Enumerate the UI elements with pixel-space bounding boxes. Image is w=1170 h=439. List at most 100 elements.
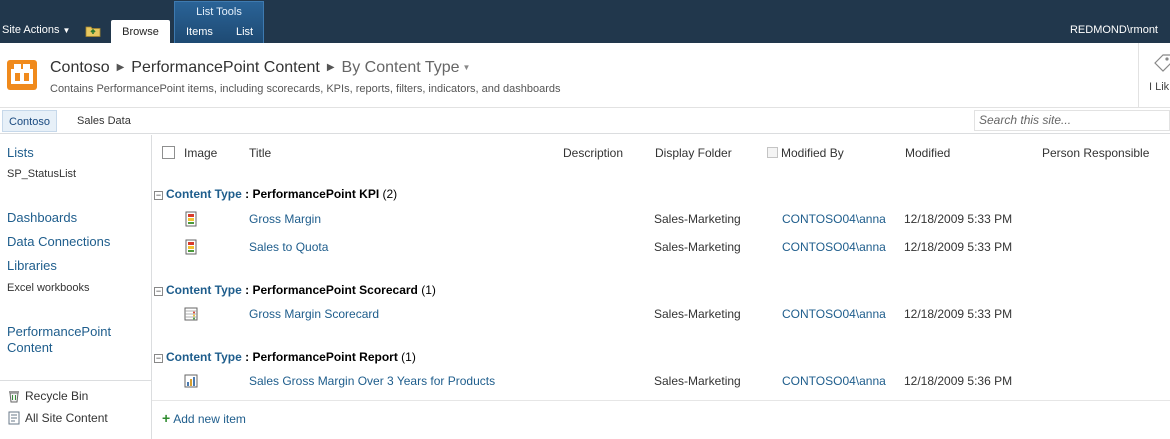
recycle-bin-icon xyxy=(9,391,19,403)
col-title[interactable]: Title xyxy=(249,146,271,160)
item-modified-by[interactable]: CONTOSO04\anna xyxy=(782,374,886,388)
list-item[interactable]: Sales to Quota Sales-Marketing CONTOSO04… xyxy=(152,237,1170,259)
ql-pp-line2: Content xyxy=(7,340,53,355)
group-colon: : xyxy=(241,187,250,201)
col-display-folder[interactable]: Display Folder xyxy=(655,146,732,160)
plus-icon: + xyxy=(162,410,171,426)
tab-items[interactable]: Items xyxy=(186,26,213,38)
col-description[interactable]: Description xyxy=(563,146,623,160)
kpi-icon xyxy=(185,239,197,255)
col-image[interactable]: Image xyxy=(184,146,217,160)
breadcrumb-site[interactable]: Contoso xyxy=(50,59,110,76)
item-title[interactable]: Gross Margin Scorecard xyxy=(249,307,379,321)
ql-excel-workbooks[interactable]: Excel workbooks xyxy=(7,282,90,294)
item-modified: 12/18/2009 5:36 PM xyxy=(904,374,1013,388)
report-icon xyxy=(184,374,198,388)
col-modified-by[interactable]: Modified By xyxy=(767,146,844,160)
like-label: I Lik xyxy=(1149,81,1170,93)
checkbox-icon xyxy=(767,147,778,158)
item-folder: Sales-Marketing xyxy=(654,307,741,321)
user-menu[interactable]: REDMOND\rmont xyxy=(1070,24,1158,36)
item-modified-by[interactable]: CONTOSO04\anna xyxy=(782,212,886,226)
ql-all-site-content[interactable]: All Site Content xyxy=(7,411,108,425)
col-person-responsible[interactable]: Person Responsible xyxy=(1042,146,1149,160)
top-link-contoso[interactable]: Contoso xyxy=(2,110,57,132)
list-item[interactable]: Sales Gross Margin Over 3 Years for Prod… xyxy=(152,371,1170,393)
top-link-bar: Contoso Sales Data Search this site... xyxy=(0,108,1170,134)
item-title[interactable]: Gross Margin xyxy=(249,212,321,226)
group-colon: : xyxy=(241,350,250,364)
group-count: (2) xyxy=(382,187,398,201)
item-modified: 12/18/2009 5:33 PM xyxy=(904,212,1013,226)
breadcrumb-list[interactable]: PerformancePoint Content xyxy=(131,59,320,76)
all-site-content-icon xyxy=(8,411,20,425)
breadcrumb-separator-icon: ▶ xyxy=(326,62,335,73)
kpi-icon xyxy=(185,211,197,227)
ql-pp-line1: PerformancePoint xyxy=(7,324,112,339)
ql-lists[interactable]: Lists xyxy=(7,145,34,160)
group-colon: : xyxy=(241,283,250,297)
item-modified-by[interactable]: CONTOSO04\anna xyxy=(782,240,886,254)
ql-libraries[interactable]: Libraries xyxy=(7,258,57,273)
site-logo-icon[interactable] xyxy=(7,60,37,90)
item-title[interactable]: Sales Gross Margin Over 3 Years for Prod… xyxy=(249,374,495,388)
chevron-down-icon[interactable]: ▼ xyxy=(463,63,471,72)
group-header-scorecard[interactable]: − Content Type : PerformancePoint Scoreca… xyxy=(152,283,436,297)
group-value: PerformancePoint KPI xyxy=(252,187,380,201)
list-item[interactable]: Gross Margin Scorecard Sales-Marketing C… xyxy=(152,304,1170,326)
ql-dashboards[interactable]: Dashboards xyxy=(7,210,77,225)
item-modified-by[interactable]: CONTOSO04\anna xyxy=(782,307,886,321)
group-header-report[interactable]: − Content Type : PerformancePoint Report … xyxy=(152,350,416,364)
ql-recycle-bin[interactable]: Recycle Bin xyxy=(7,389,88,403)
col-modified[interactable]: Modified xyxy=(905,146,950,160)
group-count: (1) xyxy=(401,350,416,364)
item-modified: 12/18/2009 5:33 PM xyxy=(904,240,1013,254)
group-key: Content Type xyxy=(166,350,242,364)
i-like-it-button[interactable]: I Lik xyxy=(1138,43,1170,108)
item-folder: Sales-Marketing xyxy=(654,212,741,226)
ql-data-connections[interactable]: Data Connections xyxy=(7,234,110,249)
ribbon: Site Actions ▼ Browse List Tools Items Li… xyxy=(0,0,1170,43)
tab-list[interactable]: List xyxy=(236,26,253,38)
list-view: Image Title Description Display Folder M… xyxy=(152,135,1170,439)
item-modified: 12/18/2009 5:33 PM xyxy=(904,307,1013,321)
add-new-item-label: Add new item xyxy=(173,412,246,426)
breadcrumb: Contoso ▶ PerformancePoint Content ▶ By Cont… xyxy=(50,59,470,77)
top-link-sales-data[interactable]: Sales Data xyxy=(71,110,137,132)
group-key: Content Type xyxy=(166,187,242,201)
view-selector[interactable]: By Content Type xyxy=(342,59,460,76)
search-input[interactable]: Search this site... xyxy=(974,110,1170,131)
navigate-up-icon[interactable] xyxy=(85,23,101,37)
site-actions-menu[interactable]: Site Actions ▼ xyxy=(2,24,70,36)
item-title[interactable]: Sales to Quota xyxy=(249,240,328,254)
chevron-down-icon: ▼ xyxy=(62,26,71,35)
col-modified-by-label: Modified By xyxy=(781,146,844,160)
group-value: PerformancePoint Report xyxy=(252,350,398,364)
list-divider xyxy=(152,400,1170,401)
scorecard-icon xyxy=(184,307,198,321)
item-folder: Sales-Marketing xyxy=(654,374,741,388)
ql-bottom-section: Recycle Bin All Site Content xyxy=(0,380,151,425)
ql-sp-statuslist[interactable]: SP_StatusList xyxy=(7,168,76,180)
collapse-icon[interactable]: − xyxy=(154,354,163,363)
group-key: Content Type xyxy=(166,283,242,297)
page-description: Contains PerformancePoint items, includi… xyxy=(50,83,561,95)
list-item[interactable]: Gross Margin Sales-Marketing CONTOSO04\a… xyxy=(152,209,1170,231)
ql-all-site-content-label: All Site Content xyxy=(25,411,108,425)
item-folder: Sales-Marketing xyxy=(654,240,741,254)
ql-recycle-bin-label: Recycle Bin xyxy=(25,389,89,403)
tab-browse[interactable]: Browse xyxy=(111,20,170,43)
list-tools-title: List Tools xyxy=(196,6,242,18)
group-value: PerformancePoint Scorecard xyxy=(252,283,418,297)
ql-performancepoint-content[interactable]: PerformancePoint Content xyxy=(7,324,111,355)
collapse-icon[interactable]: − xyxy=(154,287,163,296)
collapse-icon[interactable]: − xyxy=(154,191,163,200)
select-all-checkbox[interactable] xyxy=(162,146,175,159)
quick-launch: Lists SP_StatusList Dashboards Data Conn… xyxy=(0,135,152,439)
like-tag-icon xyxy=(1154,54,1170,72)
title-area: Contoso ▶ PerformancePoint Content ▶ By Cont… xyxy=(0,43,1170,108)
group-header-kpi[interactable]: − Content Type : PerformancePoint KPI (2) xyxy=(152,187,397,201)
add-new-item-link[interactable]: + Add new item xyxy=(162,410,246,426)
group-count: (1) xyxy=(421,283,436,297)
site-actions-label: Site Actions xyxy=(2,24,60,36)
